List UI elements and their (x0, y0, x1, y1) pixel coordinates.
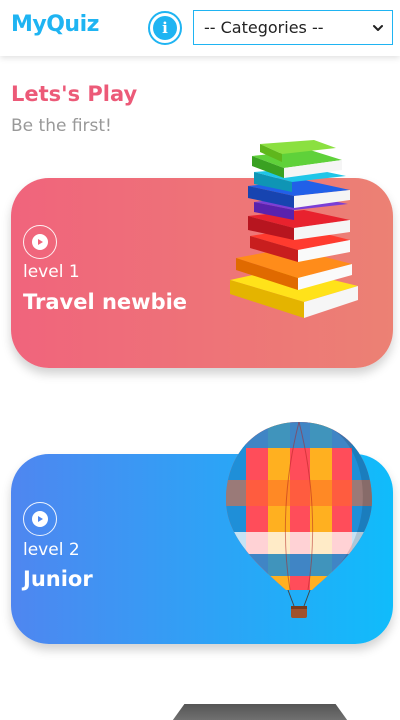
category-select-value: -- Categories -- (204, 18, 324, 37)
level-number: level 1 (23, 262, 80, 282)
info-icon: i (153, 16, 177, 40)
level-title: Travel newbie (23, 290, 188, 314)
books-stack-icon (230, 140, 358, 318)
chevron-down-icon (373, 24, 383, 31)
page-subtitle: Be the first! (11, 116, 112, 136)
play-icon (32, 511, 48, 527)
next-level-card-peek (170, 704, 350, 720)
level-number: level 2 (23, 540, 80, 560)
play-button[interactable] (23, 502, 57, 536)
level-title: Junior (23, 567, 93, 591)
hot-air-balloon-icon (226, 422, 372, 618)
play-icon (32, 234, 48, 250)
category-select[interactable]: -- Categories -- (193, 10, 393, 45)
app-logo[interactable]: MyQuiz (11, 12, 99, 37)
play-button[interactable] (23, 225, 57, 259)
page-title: Lets's Play (11, 82, 138, 106)
top-header: MyQuiz i -- Categories -- (0, 0, 400, 56)
info-button[interactable]: i (148, 11, 182, 45)
